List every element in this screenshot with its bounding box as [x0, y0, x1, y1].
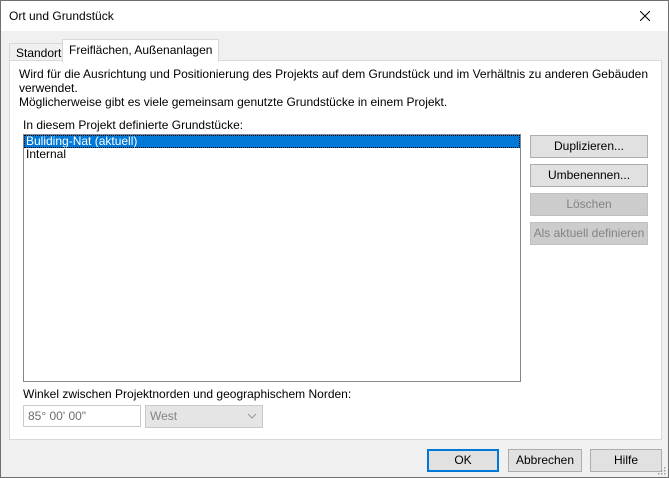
tab-panel-freiflaechen: Wird für die Ausrichtung und Positionier… — [9, 60, 662, 440]
ok-button[interactable]: OK — [427, 449, 499, 472]
angle-input[interactable]: 85° 00' 00" — [23, 405, 141, 427]
direction-select[interactable]: West — [145, 405, 263, 428]
direction-select-value: West — [150, 409, 178, 423]
close-icon — [640, 11, 650, 21]
duplicate-button[interactable]: Duplizieren... — [530, 135, 648, 158]
list-item-site[interactable]: Buliding-Nat (aktuell) — [24, 135, 520, 148]
panel-description: Wird für die Ausrichtung und Positionier… — [19, 67, 659, 109]
tab-freiflaechen[interactable]: Freiflächen, Außenanlagen — [62, 39, 220, 62]
help-button[interactable]: Hilfe — [590, 449, 662, 472]
rename-button[interactable]: Umbenennen... — [530, 164, 648, 187]
window-title: Ort und Grundstück — [9, 9, 114, 23]
set-current-button[interactable]: Als aktuell definieren — [530, 222, 648, 245]
title-bar: Ort und Grundstück — [1, 1, 668, 31]
delete-button[interactable]: Löschen — [530, 193, 648, 216]
sites-listbox[interactable]: Buliding-Nat (aktuell) Internal — [23, 134, 521, 382]
cancel-button[interactable]: Abbrechen — [508, 449, 582, 472]
sites-list-label: In diesem Projekt definierte Grundstücke… — [23, 118, 244, 132]
list-item-site[interactable]: Internal — [24, 148, 520, 161]
close-button[interactable] — [622, 1, 668, 31]
resize-grip-icon[interactable] — [656, 465, 666, 475]
chevron-down-icon — [247, 413, 257, 419]
description-line-1: Wird für die Ausrichtung und Positionier… — [19, 67, 649, 95]
angle-label: Winkel zwischen Projektnorden und geogra… — [23, 387, 352, 401]
dialog-window: Ort und Grundstück Standort Freiflächen,… — [0, 0, 669, 478]
description-line-2: Möglicherweise gibt es viele gemeinsam g… — [19, 95, 448, 109]
